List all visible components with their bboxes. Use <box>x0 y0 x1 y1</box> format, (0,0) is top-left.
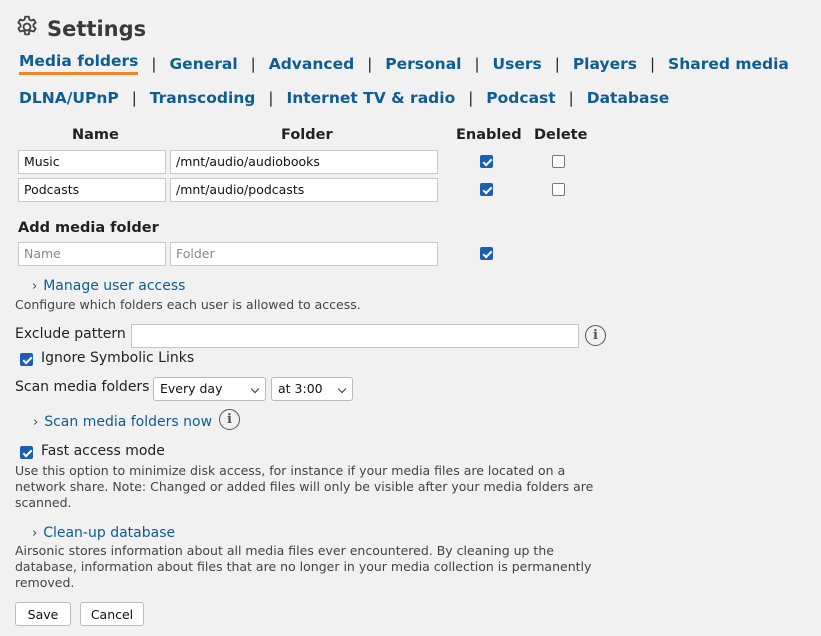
folder-enabled-checkbox[interactable] <box>480 155 493 168</box>
column-header-enabled: Enabled <box>456 127 522 143</box>
column-header-delete: Delete <box>534 127 588 143</box>
manage-access-note: Configure which folders each user is all… <box>15 297 361 312</box>
tab-separator: | <box>250 54 256 73</box>
fast-access-label: Fast access mode <box>41 443 165 459</box>
exclude-pattern-label: Exclude pattern <box>15 326 126 342</box>
chevron-right-icon: › <box>32 526 38 541</box>
new-folder-name-input[interactable]: Name <box>18 242 166 266</box>
page-header: Settings <box>14 12 146 46</box>
chevron-right-icon: › <box>33 415 39 430</box>
folder-name-input[interactable]: Music <box>18 150 166 174</box>
tab-separator: | <box>367 54 373 73</box>
tab-separator: | <box>151 54 157 73</box>
folder-name-input[interactable]: Podcasts <box>18 178 166 202</box>
scan-time-value: at 3:00 <box>278 381 323 396</box>
tab-podcast[interactable]: Podcast <box>486 89 555 107</box>
tab-separator: | <box>474 54 480 73</box>
folder-path-input[interactable]: /mnt/audio/audiobooks <box>170 150 438 174</box>
ignore-symlinks-checkbox[interactable] <box>20 353 33 366</box>
folder-enabled-checkbox[interactable] <box>480 183 493 196</box>
scan-interval-select[interactable]: Every day <box>153 377 266 401</box>
column-header-folder: Folder <box>281 127 333 143</box>
save-button[interactable]: Save <box>15 602 71 626</box>
tab-players[interactable]: Players <box>573 55 637 73</box>
manage-user-access-link[interactable]: Manage user access <box>43 278 185 294</box>
tab-database[interactable]: Database <box>587 89 670 107</box>
folder-delete-checkbox[interactable] <box>552 155 565 168</box>
add-folder-heading: Add media folder <box>18 220 159 236</box>
fast-access-note: Use this option to minimize disk access,… <box>15 463 594 510</box>
tab-general[interactable]: General <box>169 55 237 73</box>
tab-separator: | <box>649 54 656 73</box>
folder-path-input[interactable]: /mnt/audio/podcasts <box>170 178 438 202</box>
new-folder-enabled-checkbox[interactable] <box>480 247 493 260</box>
chevron-right-icon: › <box>32 279 38 294</box>
tabs-row-2: DLNA/UPnP | Transcoding | Internet TV & … <box>19 89 669 107</box>
tab-separator: | <box>568 89 574 107</box>
ignore-symlinks-label: Ignore Symbolic Links <box>41 350 195 366</box>
exclude-pattern-input[interactable] <box>131 324 579 348</box>
cancel-button[interactable]: Cancel <box>80 602 144 626</box>
gear-icon <box>14 14 40 44</box>
info-icon[interactable]: i <box>585 325 606 346</box>
tab-shared-media[interactable]: Shared media <box>668 55 789 73</box>
tab-transcoding[interactable]: Transcoding <box>150 89 256 107</box>
fast-access-checkbox[interactable] <box>20 446 33 459</box>
chevron-down-icon <box>250 384 260 394</box>
cleanup-row: › Clean-up database <box>32 522 175 541</box>
tab-media-folders[interactable]: Media folders <box>19 52 139 75</box>
tab-advanced[interactable]: Advanced <box>269 55 355 73</box>
folder-delete-checkbox[interactable] <box>552 183 565 196</box>
tab-separator: | <box>131 89 137 107</box>
cleanup-database-link[interactable]: Clean-up database <box>43 525 175 541</box>
page-title: Settings <box>47 17 147 41</box>
tab-dlna-upnp[interactable]: DLNA/UPnP <box>19 89 119 107</box>
manage-user-access-row: › Manage user access <box>32 275 185 294</box>
chevron-down-icon <box>337 384 347 394</box>
scan-now-row: › Scan media folders now <box>33 411 212 430</box>
info-icon[interactable]: i <box>219 409 240 430</box>
tab-users[interactable]: Users <box>493 55 542 73</box>
tab-internet-tv-radio[interactable]: Internet TV & radio <box>286 89 455 107</box>
new-folder-path-input[interactable]: Folder <box>170 242 438 266</box>
scan-time-select[interactable]: at 3:00 <box>271 377 353 401</box>
scan-now-link[interactable]: Scan media folders now <box>44 414 212 430</box>
tab-separator: | <box>554 54 560 73</box>
tabs-row-1: Media folders | General | Advanced | Per… <box>19 52 789 75</box>
tab-personal[interactable]: Personal <box>385 55 461 73</box>
scan-interval-value: Every day <box>160 381 223 396</box>
cleanup-note: Airsonic stores information about all me… <box>15 543 592 590</box>
column-header-name: Name <box>72 127 119 143</box>
scan-media-folders-label: Scan media folders <box>15 379 150 395</box>
tab-separator: | <box>268 89 274 107</box>
tab-separator: | <box>468 89 474 107</box>
